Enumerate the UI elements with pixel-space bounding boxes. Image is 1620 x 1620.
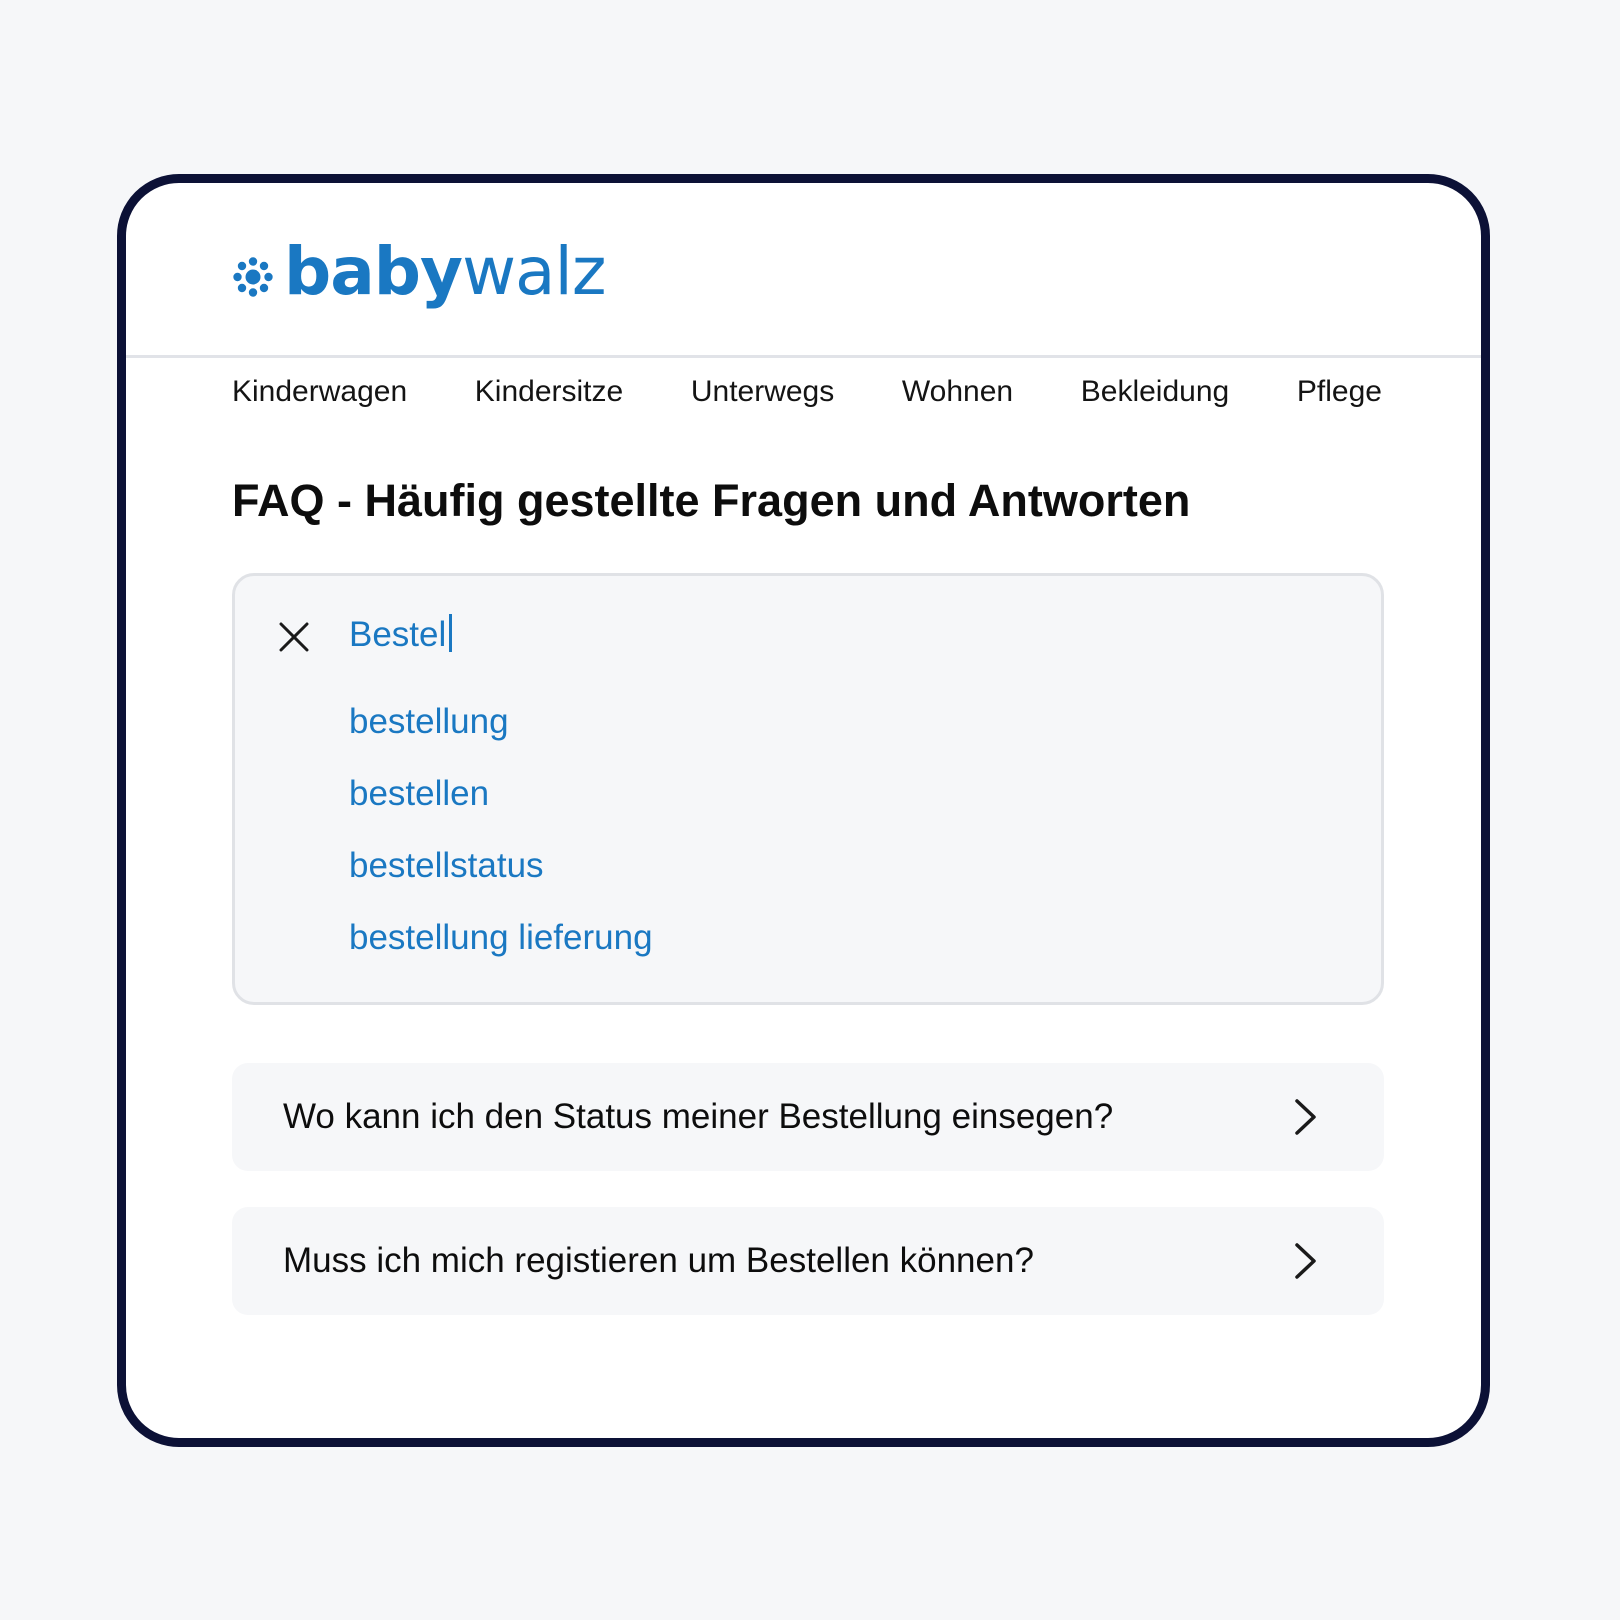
text-caret (449, 614, 453, 652)
babywalz-logo[interactable]: babywalz (232, 239, 606, 305)
nav-item-wohnen[interactable]: Wohnen (902, 375, 1013, 409)
suggestion-item[interactable]: bestellen (349, 776, 653, 848)
suggestion-item[interactable]: bestellung lieferung (349, 920, 653, 992)
flower-logo-icon (233, 257, 273, 297)
nav-item-unterwegs[interactable]: Unterwegs (691, 375, 834, 409)
page-title: FAQ - Häufig gestellte Fragen und Antwor… (232, 475, 1191, 526)
site-header: babywalz (126, 183, 1481, 358)
search-input[interactable]: Bestel (349, 614, 453, 655)
suggestion-item[interactable]: bestellung (349, 704, 653, 776)
nav-item-kindersitze[interactable]: Kindersitze (475, 375, 623, 409)
browser-frame: babywalz Kinderwagen Kindersitze Unterwe… (117, 174, 1490, 1447)
nav-item-pflege[interactable]: Pflege (1297, 375, 1382, 409)
chevron-right-icon (1295, 1243, 1316, 1279)
chevron-right-icon (1295, 1099, 1316, 1135)
faq-question: Wo kann ich den Status meiner Bestellung… (283, 1097, 1114, 1136)
faq-item[interactable]: Wo kann ich den Status meiner Bestellung… (232, 1063, 1384, 1171)
close-icon[interactable] (277, 620, 311, 654)
logo-wordmark-bold: baby (284, 233, 463, 310)
nav-item-kinderwagen[interactable]: Kinderwagen (232, 375, 407, 409)
logo-wordmark: babywalz (284, 239, 606, 305)
faq-item[interactable]: Muss ich mich registieren um Bestellen k… (232, 1207, 1384, 1315)
faq-question: Muss ich mich registieren um Bestellen k… (283, 1241, 1034, 1280)
search-query-text: Bestel (349, 615, 447, 654)
page-background: babywalz Kinderwagen Kindersitze Unterwe… (0, 0, 1620, 1620)
logo-wordmark-light: walz (462, 233, 606, 310)
suggestion-item[interactable]: bestellstatus (349, 848, 653, 920)
category-nav: Kinderwagen Kindersitze Unterwegs Wohnen… (232, 375, 1382, 409)
suggestion-list: bestellung bestellen bestellstatus beste… (349, 704, 653, 992)
search-panel: Bestel bestellung bestellen bestellstatu… (232, 573, 1384, 1005)
nav-item-bekleidung[interactable]: Bekleidung (1081, 375, 1229, 409)
